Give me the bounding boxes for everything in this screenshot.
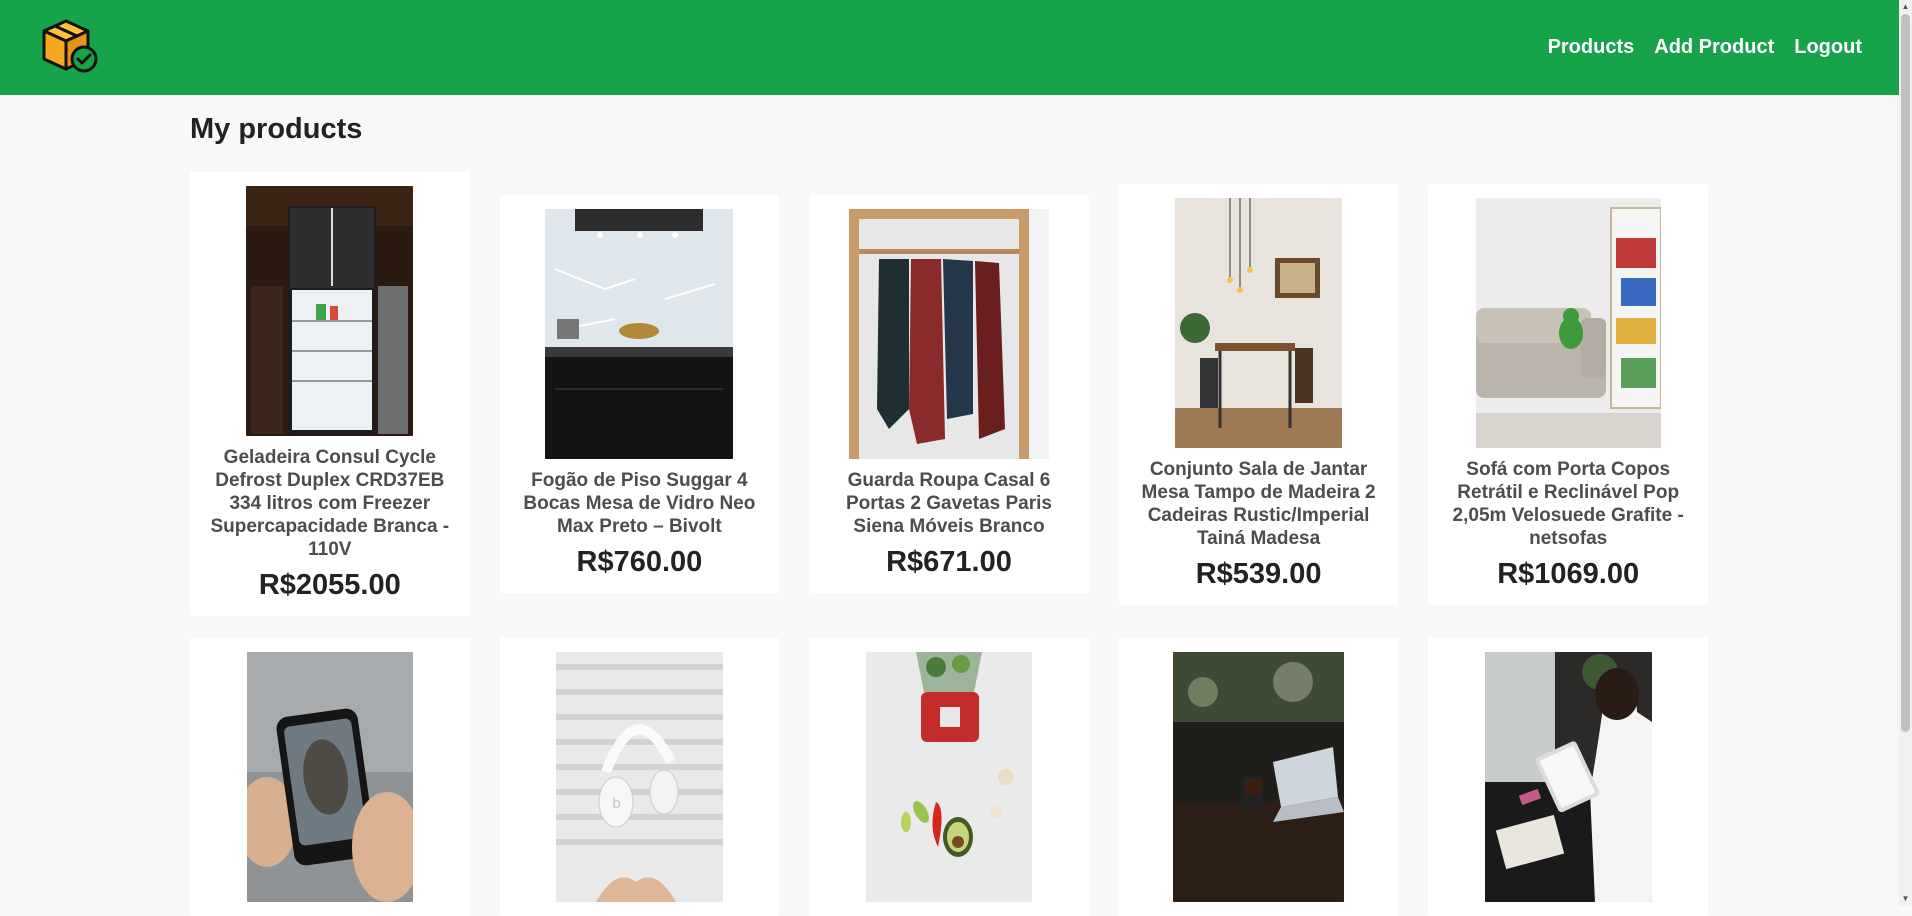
- product-name: Geladeira Consul Cycle Defrost Duplex CR…: [210, 447, 450, 560]
- product-card[interactable]: Conjunto Sala de Jantar Mesa Tampo de Ma…: [1118, 183, 1399, 605]
- product-name: Sofá com Porta Copos Retrátil e Reclináv…: [1452, 458, 1684, 549]
- product-price: R$1069.00: [1497, 557, 1640, 590]
- product-card[interactable]: Sofá com Porta Copos Retrátil e Reclináv…: [1428, 183, 1708, 605]
- product-card[interactable]: Fogão de Piso Suggar 4 Bocas Mesa de Vid…: [499, 195, 780, 593]
- nav-link-add-product[interactable]: Add Product: [1654, 36, 1774, 59]
- smartphone-photo: [246, 652, 413, 902]
- product-price: R$539.00: [1195, 557, 1322, 590]
- scroll-up-arrow-icon[interactable]: ▲: [1901, 1, 1910, 13]
- product-card[interactable]: [1118, 638, 1399, 916]
- refrigerator-photo: [246, 186, 414, 436]
- product-card[interactable]: Guarda Roupa Casal 6 Portas 2 Gavetas Pa…: [809, 195, 1089, 593]
- scroll-down-arrow-icon[interactable]: ▼: [1901, 893, 1910, 905]
- stove-photo: [545, 209, 734, 459]
- product-name: Conjunto Sala de Jantar Mesa Tampo de Ma…: [1141, 458, 1376, 549]
- nav-link-logout[interactable]: Logout: [1794, 36, 1862, 59]
- navbar: Products Add Product Logout: [0, 0, 1899, 95]
- svg-text:b: b: [612, 796, 621, 812]
- cafe-laptop-photo: [1173, 652, 1345, 902]
- product-row: b: [190, 638, 1708, 916]
- product-price: R$671.00: [886, 546, 1012, 578]
- nav-links: Products Add Product Logout: [1548, 36, 1862, 59]
- product-card[interactable]: [190, 638, 470, 916]
- sofa-photo: [1475, 197, 1661, 448]
- blender-photo: [865, 652, 1032, 902]
- product-name: Guarda Roupa Casal 6 Portas 2 Gavetas Pa…: [846, 470, 1052, 537]
- scroll-thumb[interactable]: [1901, 14, 1910, 732]
- dining-room-photo: [1175, 197, 1343, 448]
- product-price: R$760.00: [576, 546, 703, 578]
- product-card[interactable]: [809, 638, 1089, 916]
- product-name: Fogão de Piso Suggar 4 Bocas Mesa de Vid…: [523, 470, 756, 537]
- product-row: Geladeira Consul Cycle Defrost Duplex CR…: [190, 170, 1708, 618]
- wardrobe-photo: [848, 209, 1049, 459]
- tablet-reading-photo: [1484, 652, 1652, 902]
- package-check-icon[interactable]: [40, 15, 100, 75]
- page-title: My products: [190, 113, 363, 145]
- product-card[interactable]: [1428, 638, 1708, 916]
- product-card[interactable]: b: [499, 638, 780, 916]
- nav-link-products[interactable]: Products: [1548, 36, 1635, 59]
- product-price: R$2055.00: [258, 569, 401, 601]
- product-card[interactable]: Geladeira Consul Cycle Defrost Duplex CR…: [190, 172, 470, 616]
- scrollbar[interactable]: ▲ ▼: [1899, 0, 1912, 906]
- headphones-photo: b: [555, 652, 723, 902]
